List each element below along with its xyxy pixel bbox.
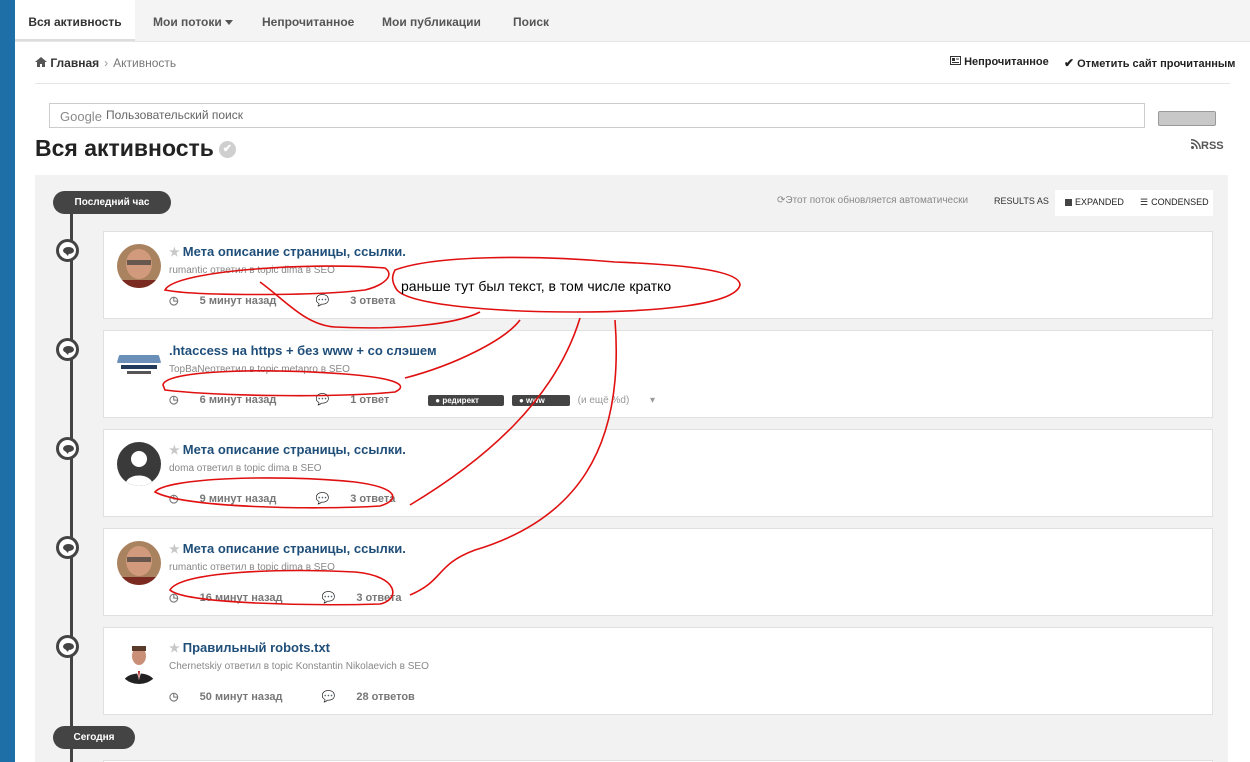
annotation-overlay [153,256,741,606]
annotation-text: раньше тут был текст, в том числе кратко [401,278,672,294]
page: Вся активность Мои потоки Непрочитанное … [15,0,1250,762]
